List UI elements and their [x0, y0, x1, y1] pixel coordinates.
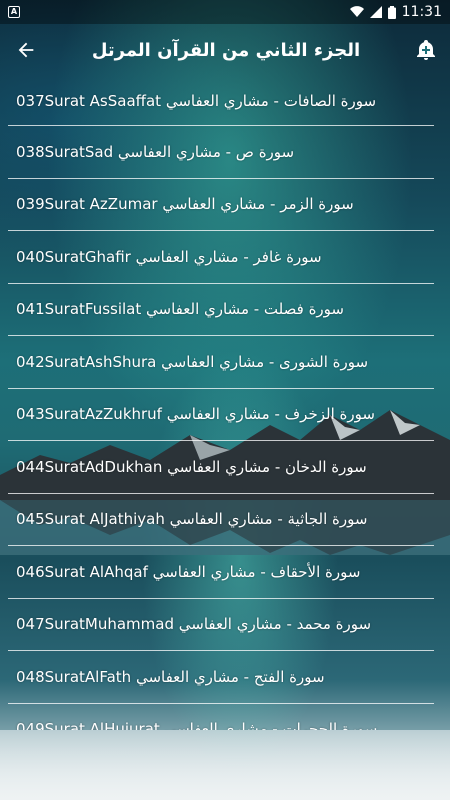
notification-icon: A: [8, 6, 20, 18]
list-item-label: 037Surat AsSaaffat سورة الصافات - مشاري …: [16, 91, 377, 110]
list-item-label: 042SuratAshShura سورة الشورى - مشاري الع…: [16, 352, 369, 371]
wifi-icon: [349, 6, 364, 18]
list-item[interactable]: 043SuratAzZukhruf سورة الزخرف - مشاري ال…: [8, 389, 434, 441]
list-item[interactable]: 047SuratMuhammad سورة محمد - مشاري العفا…: [8, 599, 434, 651]
page-title: الجزء الثاني من القرآن المرتل: [91, 39, 361, 61]
list-item-label: 048SuratAlFath سورة الفتح - مشاري العفاس…: [16, 667, 325, 686]
status-time: 11:31: [401, 4, 442, 20]
app-bar: الجزء الثاني من القرآن المرتل: [0, 24, 450, 76]
signal-icon: [369, 6, 382, 18]
list-item-label: 039Surat AzZumar سورة الزمر - مشاري العف…: [16, 195, 354, 214]
list-item[interactable]: 044SuratAdDukhan سورة الدخان - مشاري الع…: [8, 441, 434, 494]
list-item-label: 044SuratAdDukhan سورة الدخان - مشاري الع…: [16, 457, 367, 476]
list-item[interactable]: 049Surat AlHujurat سورة الحجرات - مشاري …: [8, 704, 434, 730]
back-button[interactable]: [12, 36, 40, 64]
list-item[interactable]: 042SuratAshShura سورة الشورى - مشاري الع…: [8, 336, 434, 389]
list-item-label: 040SuratGhafir سورة غافر - مشاري العفاسي: [16, 247, 322, 266]
list-item[interactable]: 037Surat AsSaaffat سورة الصافات - مشاري …: [8, 76, 434, 126]
status-bar: A 11:31: [0, 0, 450, 24]
list-item[interactable]: 048SuratAlFath سورة الفتح - مشاري العفاس…: [8, 651, 434, 704]
list-item-label: 045Surat AlJathiyah سورة الجاثية - مشاري…: [16, 510, 368, 529]
list-item[interactable]: 046Surat AlAhqaf سورة الأحقاف - مشاري ال…: [8, 546, 434, 599]
arrow-left-icon: [18, 42, 34, 58]
list-item-label: 043SuratAzZukhruf سورة الزخرف - مشاري ال…: [16, 405, 375, 424]
surah-list: 037Surat AsSaaffat سورة الصافات - مشاري …: [0, 76, 450, 730]
list-item[interactable]: 038SuratSad سورة ص - مشاري العفاسي: [8, 126, 434, 179]
list-item-label: 038SuratSad سورة ص - مشاري العفاسي: [16, 142, 295, 161]
add-alarm-button[interactable]: [412, 36, 440, 64]
list-item[interactable]: 040SuratGhafir سورة غافر - مشاري العفاسي: [8, 231, 434, 284]
list-item-label: 049Surat AlHujurat سورة الحجرات - مشاري …: [16, 720, 378, 730]
list-item-label: 041SuratFussilat سورة فصلت - مشاري العفا…: [16, 300, 344, 319]
bottom-banner-area: [0, 730, 450, 800]
list-item-label: 046Surat AlAhqaf سورة الأحقاف - مشاري ال…: [16, 562, 361, 581]
list-item[interactable]: 041SuratFussilat سورة فصلت - مشاري العفا…: [8, 284, 434, 336]
list-item[interactable]: 045Surat AlJathiyah سورة الجاثية - مشاري…: [8, 494, 434, 546]
list-item[interactable]: 039Surat AzZumar سورة الزمر - مشاري العف…: [8, 179, 434, 231]
battery-icon: [387, 5, 396, 19]
bell-plus-icon: [417, 40, 435, 60]
list-item-label: 047SuratMuhammad سورة محمد - مشاري العفا…: [16, 615, 372, 634]
